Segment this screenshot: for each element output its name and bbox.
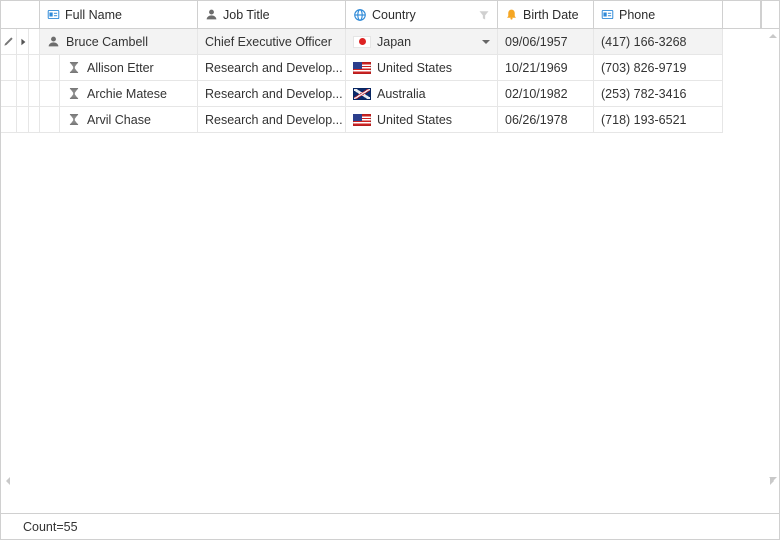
- cell-birth-date[interactable]: 09/06/1957: [498, 29, 594, 55]
- cell-text: Arvil Chase: [87, 113, 151, 127]
- row-expand-cell[interactable]: [17, 81, 29, 107]
- row-expand-cell[interactable]: [17, 107, 29, 133]
- column-header-full-name[interactable]: Full Name: [40, 1, 198, 28]
- person-icon: [47, 35, 60, 48]
- row-indicator-cell[interactable]: [1, 55, 17, 81]
- scroll-right-arrow-icon[interactable]: [767, 476, 777, 486]
- column-header-label: Birth Date: [523, 8, 579, 22]
- funnel-icon[interactable]: [478, 9, 490, 21]
- column-header-birth-date[interactable]: Birth Date: [498, 1, 594, 28]
- cell-text: 10/21/1969: [505, 61, 568, 75]
- row-indent-cell: [29, 107, 40, 133]
- cell-job-title[interactable]: Research and Develop...: [198, 55, 346, 81]
- column-header-label: Job Title: [223, 8, 270, 22]
- cell-phone[interactable]: (417) 166-3268: [594, 29, 723, 55]
- scroll-left-arrow-icon[interactable]: [3, 476, 13, 486]
- row-indent-cell: [29, 29, 40, 55]
- bell-icon: [505, 8, 518, 21]
- cell-text: Bruce Cambell: [66, 35, 148, 49]
- cell-phone[interactable]: (703) 826-9719: [594, 55, 723, 81]
- row-indicator-cell[interactable]: [1, 29, 17, 55]
- id-card-icon: [47, 8, 60, 21]
- cell-full-name[interactable]: Archie Matese: [60, 81, 198, 107]
- cell-birth-date[interactable]: 06/26/1978: [498, 107, 594, 133]
- cell-job-title[interactable]: Research and Develop...: [198, 107, 346, 133]
- grid-body: Bruce Cambell Chief Executive Officer Ja…: [1, 29, 779, 513]
- cell-text: 02/10/1982: [505, 87, 568, 101]
- flag-icon: [353, 88, 371, 100]
- column-header-job-title[interactable]: Job Title: [198, 1, 346, 28]
- cell-phone[interactable]: (718) 193-6521: [594, 107, 723, 133]
- column-header-label: Country: [372, 8, 416, 22]
- cell-text: United States: [377, 61, 452, 75]
- cell-job-title[interactable]: Chief Executive Officer: [198, 29, 346, 55]
- pencil-icon: [3, 36, 14, 47]
- column-header-end: [761, 1, 779, 28]
- cell-country[interactable]: United States: [346, 55, 498, 81]
- row-indent-cell: [29, 55, 40, 81]
- cell-job-title[interactable]: Research and Develop...: [198, 81, 346, 107]
- cell-text: Chief Executive Officer: [205, 35, 332, 49]
- row-indent-cell: [40, 81, 60, 107]
- cell-country[interactable]: United States: [346, 107, 498, 133]
- cell-text: (718) 193-6521: [601, 113, 686, 127]
- row-indicator-cell[interactable]: [1, 107, 17, 133]
- cell-text: Japan: [377, 35, 411, 49]
- flag-icon: [353, 62, 371, 74]
- cell-country[interactable]: Australia: [346, 81, 498, 107]
- column-header-phone[interactable]: Phone: [594, 1, 723, 28]
- cell-birth-date[interactable]: 10/21/1969: [498, 55, 594, 81]
- cell-text: Archie Matese: [87, 87, 167, 101]
- row-indicator-cell[interactable]: [1, 81, 17, 107]
- cell-text: 06/26/1978: [505, 113, 568, 127]
- cell-text: (417) 166-3268: [601, 35, 686, 49]
- hourglass-icon: [67, 113, 81, 126]
- row-expand-cell[interactable]: [17, 29, 29, 55]
- flag-icon: [353, 36, 371, 48]
- row-indent-cell: [29, 81, 40, 107]
- hourglass-icon: [67, 87, 81, 100]
- table-row[interactable]: Archie Matese Research and Develop... Au…: [1, 81, 779, 107]
- cell-text: United States: [377, 113, 452, 127]
- cell-full-name[interactable]: Allison Etter: [60, 55, 198, 81]
- column-header-country[interactable]: Country: [346, 1, 498, 28]
- cell-text: Allison Etter: [87, 61, 154, 75]
- cell-phone[interactable]: (253) 782-3416: [594, 81, 723, 107]
- cell-text: Research and Develop...: [205, 61, 343, 75]
- flag-icon: [353, 114, 371, 126]
- cell-text: (253) 782-3416: [601, 87, 686, 101]
- table-row[interactable]: Bruce Cambell Chief Executive Officer Ja…: [1, 29, 779, 55]
- grid-footer: Count=55: [1, 513, 779, 539]
- globe-icon: [353, 8, 367, 22]
- cell-full-name[interactable]: Bruce Cambell: [40, 29, 198, 55]
- cell-full-name[interactable]: Arvil Chase: [60, 107, 198, 133]
- column-header-spacer: [723, 1, 761, 28]
- table-row[interactable]: Arvil Chase Research and Develop... Unit…: [1, 107, 779, 133]
- cell-country[interactable]: Japan: [346, 29, 498, 55]
- column-header-row: Full Name Job Title Country Birth Date: [1, 1, 779, 29]
- cell-text: (703) 826-9719: [601, 61, 686, 75]
- cell-text: Research and Develop...: [205, 113, 343, 127]
- row-indent-cell: [40, 107, 60, 133]
- tree-data-grid: Full Name Job Title Country Birth Date: [0, 0, 780, 540]
- column-header-label: Full Name: [65, 8, 122, 22]
- row-indent-cell: [40, 55, 60, 81]
- id-card-icon: [601, 8, 614, 21]
- row-expand-cell[interactable]: [17, 55, 29, 81]
- column-header-label: Phone: [619, 8, 655, 22]
- scroll-up-arrow-icon[interactable]: [768, 31, 778, 41]
- expand-caret-icon[interactable]: [19, 38, 27, 46]
- cell-text: 09/06/1957: [505, 35, 568, 49]
- footer-summary: Count=55: [23, 520, 78, 534]
- table-row[interactable]: Allison Etter Research and Develop... Un…: [1, 55, 779, 81]
- hourglass-icon: [67, 61, 81, 74]
- cell-birth-date[interactable]: 02/10/1982: [498, 81, 594, 107]
- person-icon: [205, 8, 218, 21]
- row-selector-header[interactable]: [1, 1, 40, 28]
- cell-text: Australia: [377, 87, 426, 101]
- cell-text: Research and Develop...: [205, 87, 343, 101]
- chevron-down-icon[interactable]: [481, 37, 491, 47]
